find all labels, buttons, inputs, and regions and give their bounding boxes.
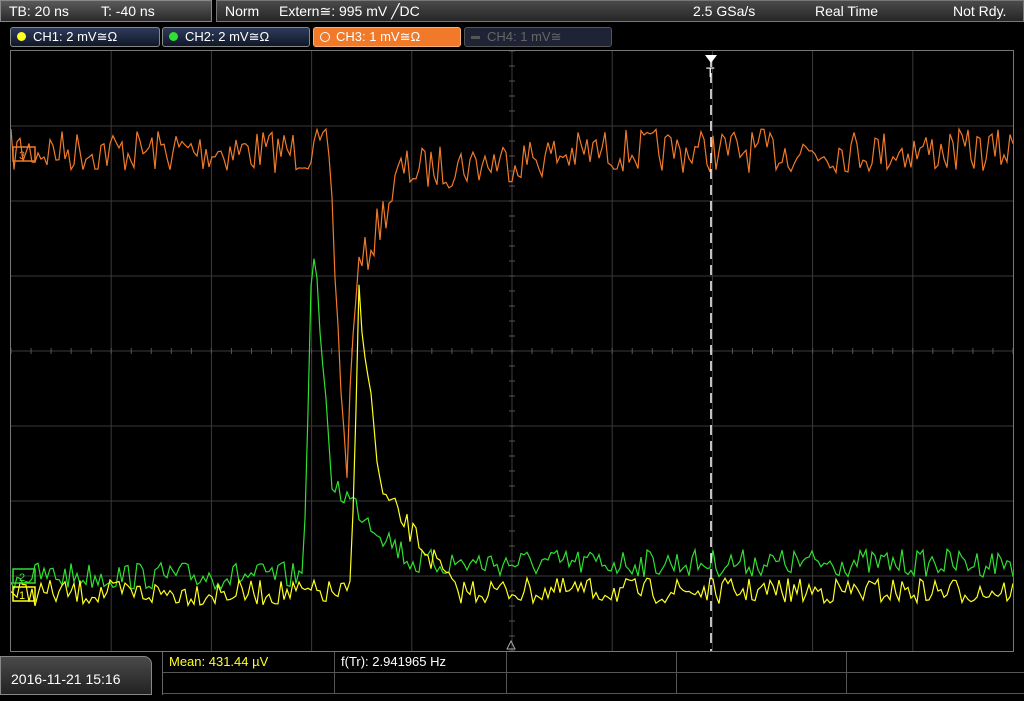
waveform-svg: T 3 2 1 — [10, 50, 1014, 652]
trigger-time-label: T: -40 ns — [101, 3, 155, 19]
time-ref-arrow-icon — [506, 639, 516, 650]
ch2-ref-label: 2 — [19, 572, 25, 584]
channel-3-button[interactable]: CH3: 1 mV≅Ω — [313, 27, 461, 47]
channel-1-dot-icon — [17, 32, 26, 41]
channel-2-button[interactable]: CH2: 2 mV≅Ω — [162, 27, 310, 47]
bottom-bar: 2016-11-21 15:16 Mean: 431.44 µV f(Tr): … — [0, 652, 1024, 695]
top-bar: TB: 20 ns T: -40 ns Norm Extern≅: 995 mV… — [0, 0, 1024, 24]
measurement-slot-5[interactable] — [847, 652, 1024, 673]
channel-2-dot-icon — [169, 32, 178, 41]
channel-3-label: CH3: 1 mV≅Ω — [336, 29, 421, 44]
waveform-display[interactable]: T 3 2 1 — [10, 50, 1014, 652]
mean-measurement[interactable]: Mean: 431.44 µV — [163, 652, 335, 673]
frequency-measurement[interactable]: f(Tr): 2.941965 Hz — [335, 652, 507, 673]
channel-2-label: CH2: 2 mV≅Ω — [185, 29, 270, 44]
status-bar: Norm Extern≅: 995 mV ╱DC 2.5 GSa/s Real … — [216, 0, 1024, 22]
measurement-slot-8[interactable] — [507, 673, 677, 694]
measurement-slot-3[interactable] — [507, 652, 677, 673]
measurement-slot-7[interactable] — [335, 673, 507, 694]
measurement-slot-6[interactable] — [163, 673, 335, 694]
acquisition-mode: Real Time — [815, 3, 879, 19]
channel-4-dot-icon — [471, 36, 480, 39]
measurement-slot-10[interactable] — [847, 673, 1024, 694]
measurement-slot-9[interactable] — [677, 673, 847, 694]
measurement-slot-4[interactable] — [677, 652, 847, 673]
timestamp: 2016-11-21 15:16 — [0, 656, 152, 695]
ch3-ref-label: 3 — [19, 150, 25, 162]
channel-1-button[interactable]: CH1: 2 mV≅Ω — [10, 27, 160, 47]
channel-4-button[interactable]: CH4: 1 mV≅ — [464, 27, 612, 47]
channel-bar: CH1: 2 mV≅Ω CH2: 2 mV≅Ω CH3: 1 mV≅Ω CH4:… — [0, 26, 1024, 48]
measurement-panel[interactable]: Mean: 431.44 µV f(Tr): 2.941965 Hz — [162, 652, 1024, 695]
timebase-box[interactable]: TB: 20 ns T: -40 ns — [0, 0, 212, 22]
channel-4-label: CH4: 1 mV≅ — [487, 29, 562, 44]
channel-1-label: CH1: 2 mV≅Ω — [33, 29, 118, 44]
grid — [10, 50, 1014, 652]
sample-rate: 2.5 GSa/s — [693, 3, 756, 19]
trigger-source[interactable]: Extern≅: 995 mV ╱DC — [279, 1, 420, 21]
timebase-label: TB: 20 ns — [9, 3, 69, 19]
trigger-marker-label: T — [706, 64, 715, 80]
trigger-mode[interactable]: Norm — [225, 1, 259, 21]
channel-3-dot-icon — [320, 32, 330, 42]
ch1-ref-label: 1 — [19, 590, 25, 602]
ready-status: Not Rdy. — [953, 3, 1007, 19]
trigger-arrow-icon — [705, 55, 717, 63]
